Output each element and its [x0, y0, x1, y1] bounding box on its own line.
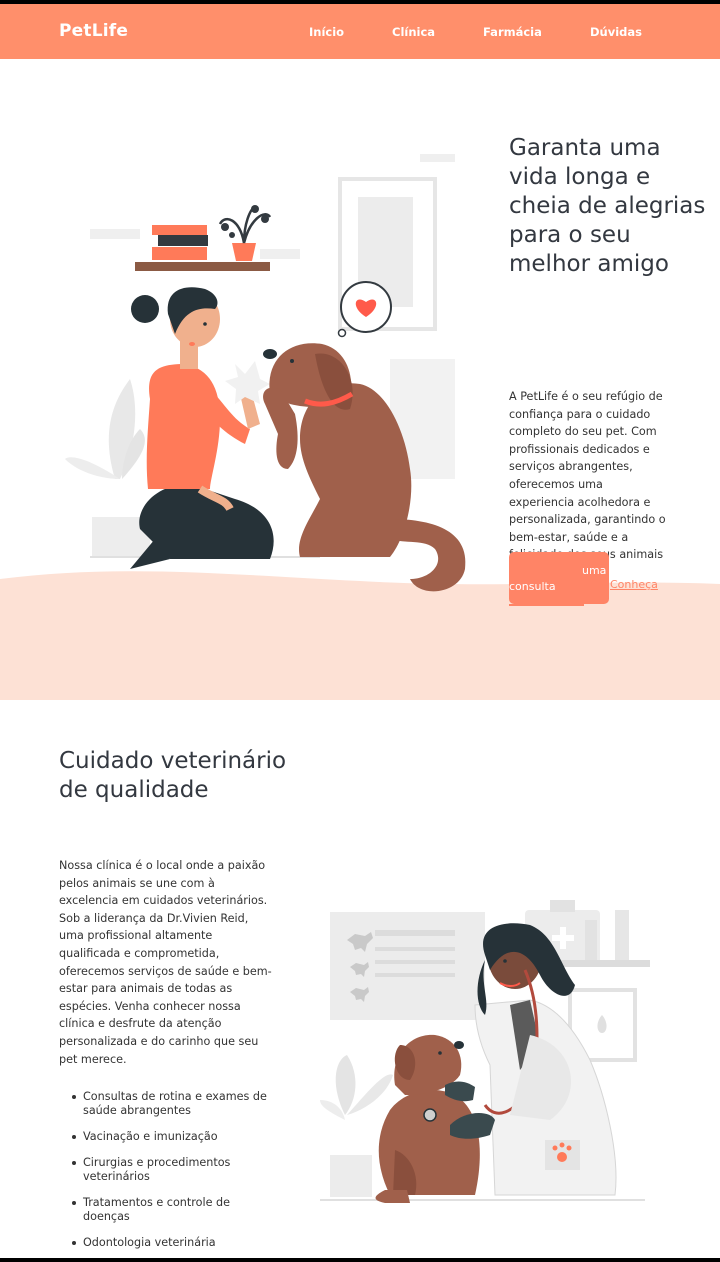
nav-item-farmacia[interactable]: Farmácia — [483, 25, 542, 39]
nav-item-clinica[interactable]: Clínica — [392, 25, 435, 39]
hero-section: Garanta uma vida longa e cheia de alegri… — [0, 59, 720, 700]
header: PetLife Início Clínica Farmácia Dúvidas — [0, 4, 720, 59]
service-item: Odontologia veterinária — [59, 1236, 274, 1250]
consulta-button-word-2: consulta — [509, 580, 556, 593]
service-item: Consultas de rotina e exames de saúde ab… — [59, 1090, 274, 1118]
agende-consulta-button[interactable]: uma consulta — [509, 552, 609, 604]
clinic-description: Nossa clínica é o local onde a paixão pe… — [59, 859, 272, 1066]
service-item: Cirurgias e procedimentos veterinários — [59, 1156, 274, 1184]
consulta-button-word-1: uma — [582, 564, 607, 577]
service-item: Tratamentos e controle de doenças — [59, 1196, 274, 1224]
hero-title: Garanta uma vida longa e cheia de alegri… — [509, 135, 706, 277]
services-list: Consultas de rotina e exames de saúde ab… — [59, 1090, 274, 1262]
hero-illustration — [65, 154, 466, 592]
conheca-link[interactable]: Conheça — [610, 578, 658, 591]
clinic-title: Cuidado veterinário de qualidade — [59, 748, 287, 803]
bottom-bar — [0, 1258, 720, 1262]
service-item: Vacinação e imunização — [59, 1130, 274, 1144]
nav-item-inicio[interactable]: Início — [309, 25, 344, 39]
nav-item-duvidas[interactable]: Dúvidas — [590, 25, 642, 39]
vet-illustration — [320, 900, 650, 1203]
consulta-button-underline — [509, 604, 584, 606]
brand-logo[interactable]: PetLife — [59, 21, 128, 41]
